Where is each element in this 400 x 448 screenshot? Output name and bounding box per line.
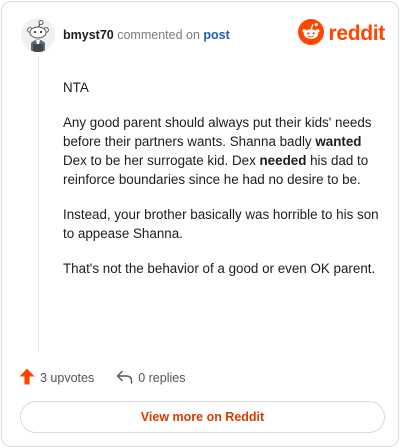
bold-text: wanted [315,134,362,149]
comment-paragraph: That's not the behavior of a good or eve… [63,261,376,276]
username-link[interactable]: bmyst70 [63,28,114,42]
comment-paragraph: Instead, your brother basically was horr… [63,207,379,241]
bold-text: needed [259,153,307,168]
reply-count: 0 replies [138,371,186,385]
thread-line [38,56,39,352]
embed-card: bmyst70 commented on post reddit NTA Any… [1,1,399,447]
comment-body: NTA Any good parent should always put th… [63,78,381,294]
reply-arrow-icon [116,370,133,387]
upvote-count: 3 upvotes [40,371,95,385]
byline: bmyst70 commented on post [63,28,230,42]
reply-button[interactable]: 0 replies [116,370,185,387]
comment-paragraph: Any good parent should always put their … [63,113,381,189]
comment-header: bmyst70 commented on post reddit [21,18,385,52]
reddit-logo-icon [298,18,325,50]
comment-actions: 3 upvotes 0 replies [19,368,185,388]
byline-verb: commented on [117,28,200,42]
upvote-arrow-icon [19,368,35,388]
reddit-wordmark: reddit [328,22,385,45]
avatar[interactable] [21,18,55,52]
comment-paragraph: NTA [63,80,89,95]
reddit-brand[interactable]: reddit [298,18,385,50]
upvote-button[interactable]: 3 upvotes [19,368,94,388]
post-link[interactable]: post [203,28,229,42]
text-run: Dex to be her surrogate kid. Dex [63,153,260,168]
view-more-button[interactable]: View more on Reddit [20,401,385,433]
